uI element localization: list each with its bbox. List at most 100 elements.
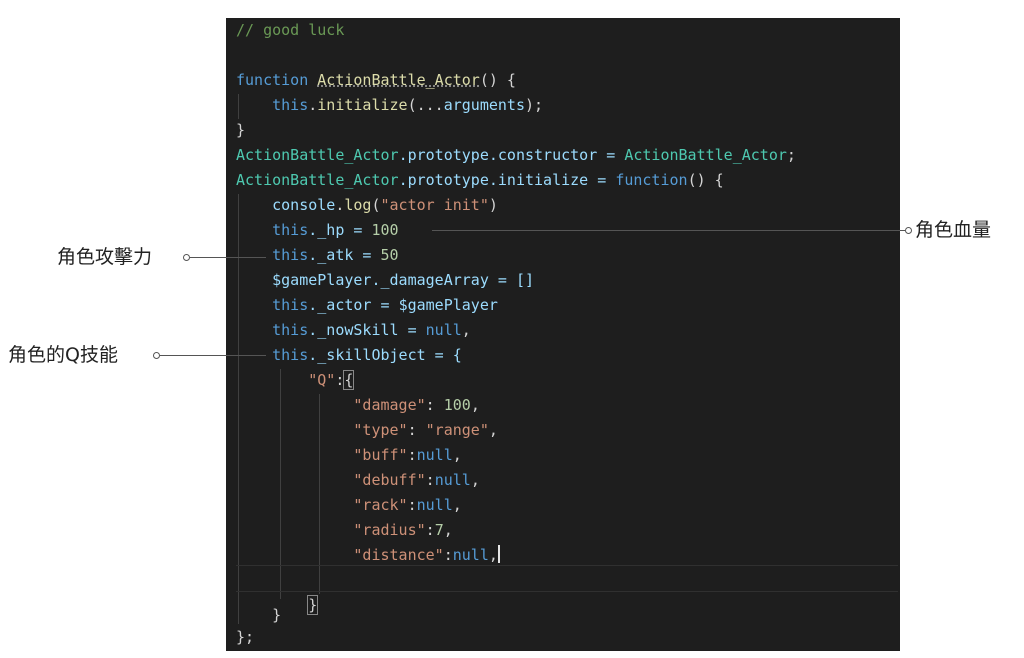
code-token: 100 [443,396,471,414]
code-token: ._damageArray = [] [371,271,535,289]
code-token: ._hp = [308,221,372,239]
code-token: ActionBattle_Actor [236,171,399,189]
code-line-end: }; [236,625,254,650]
code-token: console [272,196,336,214]
code-line-7: ActionBattle_Actor.prototype.initialize … [236,168,724,193]
code-token: : [407,496,417,514]
code-line-20: "rack":null, [236,493,462,518]
code-token: null [452,546,489,564]
code-token: : [407,421,426,439]
code-line-17: "type": "range", [236,418,498,443]
code-token: function [615,171,688,189]
code-token: , [488,421,498,439]
code-token: 50 [380,246,399,264]
code-line-3: function ActionBattle_Actor() { [236,68,516,93]
code-line-6: ActionBattle_Actor.prototype.constructor… [236,143,796,168]
callout-line-skill [160,355,266,356]
code-line-19: "debuff":null, [236,468,479,493]
code-token: ) [488,196,498,214]
code-line-15: "Q":{ [236,368,355,393]
code-token: "buff" [353,446,408,464]
code-token: () { [479,71,516,89]
callout-dot-atk [183,254,190,261]
code-token: "radius" [353,521,426,539]
code-token: this [272,96,309,114]
code-token: ._skillObject = { [308,346,462,364]
code-comment: // good luck [236,21,345,39]
code-token: "range" [425,421,489,439]
code-line-18: "buff":null, [236,443,462,468]
code-token: , [461,321,471,339]
code-line-12: this._actor = $gamePlayer [236,293,498,318]
code-token: ( [371,196,381,214]
code-token: "Q" [308,371,336,389]
callout-line-atk [190,257,266,258]
current-line-highlight [236,565,898,592]
code-token: null [416,446,453,464]
code-token: (... [407,96,444,114]
code-token: : [425,471,435,489]
annotation-atk: 角色攻擊力 [57,246,153,268]
code-line-8: console.log("actor init") [236,193,498,218]
code-line-14: this._skillObject = { [236,343,462,368]
code-token: this [272,221,309,239]
code-token: "type" [353,421,408,439]
text-caret [497,545,500,563]
code-token: , [443,521,453,539]
code-token: $gamePlayer [398,296,498,314]
code-token: "debuff" [353,471,426,489]
code-token: log [344,196,372,214]
code-token: "rack" [353,496,408,514]
code-token: 7 [434,521,444,539]
code-token: "actor init" [380,196,489,214]
code-token: this [272,296,309,314]
code-token: .prototype.initialize = [398,171,616,189]
code-line-11: $gamePlayer._damageArray = [] [236,268,534,293]
code-line-16: "damage": 100, [236,393,480,418]
code-token: 100 [371,221,399,239]
code-token: } [272,606,282,624]
code-token: ._atk = [308,246,381,264]
code-token: , [488,546,498,564]
code-token: ; [786,146,796,164]
code-line-1: // good luck [236,18,344,43]
annotation-skill: 角色的Q技能 [8,344,118,366]
code-token: } [236,121,246,139]
code-editor[interactable]: // good luck function ActionBattle_Actor… [226,18,900,651]
code-token: }; [236,628,255,646]
bracket-match: } [307,595,319,615]
code-token: function [236,71,309,89]
code-token: arguments [443,96,525,114]
code-token: this [272,346,309,364]
code-line-21: "radius":7, [236,518,453,543]
code-token: $gamePlayer [272,271,372,289]
code-token: , [452,446,462,464]
code-token: . [308,96,318,114]
code-token: ._actor = [308,296,399,314]
code-token: this [272,246,309,264]
code-token: : [425,521,435,539]
code-token: null [416,496,453,514]
code-token: , [452,496,462,514]
callout-line-hp [432,230,905,231]
code-token: "distance" [353,546,444,564]
callout-dot-skill [153,352,160,359]
code-token: () { [687,171,724,189]
code-token: ); [525,96,544,114]
code-token: this [272,321,309,339]
code-line-13: this._nowSkill = null, [236,318,471,343]
code-token: .prototype.constructor = [398,146,625,164]
code-token: , [470,396,480,414]
code-line-4: this.initialize(...arguments); [236,93,543,118]
bracket-match: { [343,370,355,390]
code-token: null [425,321,462,339]
code-token: "damage" [353,396,426,414]
code-token: ActionBattle_Actor [624,146,787,164]
code-line-9: this._hp = 100 [236,218,399,243]
code-token: : [407,446,417,464]
callout-dot-hp [905,227,912,234]
code-token: : [425,396,444,414]
code-token: initialize [317,96,408,114]
code-function-name: ActionBattle_Actor [317,71,480,89]
code-token: ._nowSkill = [308,321,426,339]
